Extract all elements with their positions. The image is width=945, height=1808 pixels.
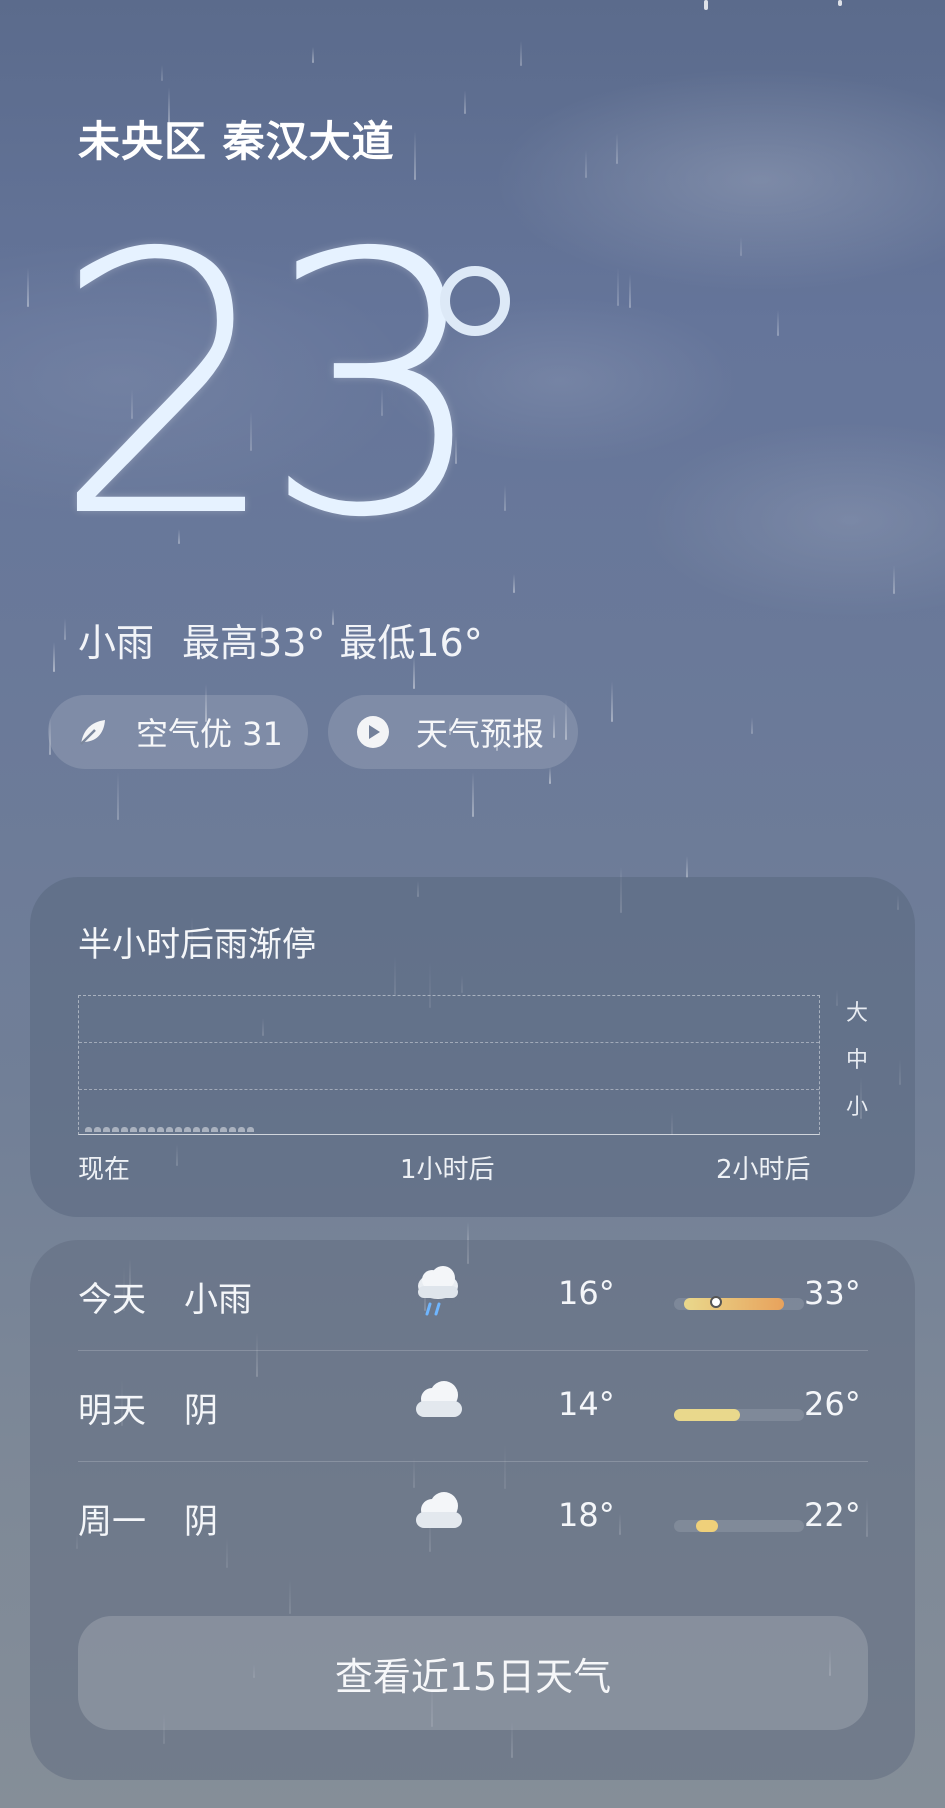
condition-label: 阴	[184, 1391, 218, 1431]
raindrop	[617, 268, 619, 306]
low-temp: 18°	[558, 1496, 615, 1534]
grid-line	[79, 1042, 819, 1043]
forecast-video-button[interactable]: 天气预报	[328, 695, 578, 769]
current-high: 最高33°	[182, 621, 326, 665]
grid-line	[79, 1089, 819, 1090]
raindrop	[414, 131, 416, 180]
cloud-icon	[408, 1484, 468, 1544]
precipitation-bar	[94, 1127, 101, 1132]
precipitation-bar	[166, 1127, 173, 1132]
raindrop	[777, 310, 779, 336]
current-summary: 小雨 最高33° 最低16°	[78, 612, 511, 667]
temperature-value: 23	[52, 177, 490, 596]
time-2h-label: 2小时后	[716, 1155, 811, 1185]
raindrop	[513, 574, 515, 593]
time-now-label: 现在	[78, 1155, 131, 1185]
raindrop	[504, 485, 506, 511]
temp-range-fill	[684, 1298, 784, 1310]
raindrop	[312, 47, 314, 63]
raindrop	[464, 90, 466, 114]
current-low: 最低16°	[339, 621, 483, 665]
precipitation-bar	[184, 1127, 191, 1132]
precipitation-chart	[78, 995, 820, 1135]
raindrop	[27, 268, 29, 307]
time-1h-label: 1小时后	[400, 1155, 495, 1185]
precipitation-bar	[148, 1127, 155, 1132]
location-title[interactable]: 未央区 秦汉大道	[78, 108, 395, 169]
raindrop	[549, 767, 551, 784]
leaf-icon	[76, 715, 110, 749]
raindrop	[616, 133, 618, 164]
precipitation-title: 半小时后雨渐停	[78, 925, 316, 965]
raindrop	[629, 274, 631, 308]
precipitation-bar	[238, 1127, 245, 1132]
current-temperature: 23	[52, 177, 490, 596]
low-temp: 14°	[558, 1385, 615, 1423]
precipitation-bar	[121, 1127, 128, 1132]
temp-range-fill	[696, 1520, 718, 1532]
precipitation-bar	[139, 1127, 146, 1132]
temp-range-bar	[674, 1296, 804, 1310]
precipitation-bar	[193, 1127, 200, 1132]
forecast-row-tomorrow[interactable]: 明天 阴 14° 26°	[78, 1351, 868, 1461]
high-temp: 26°	[804, 1385, 861, 1423]
precipitation-bar	[157, 1127, 164, 1132]
precipitation-bar	[175, 1127, 182, 1132]
current-condition: 小雨	[78, 621, 155, 665]
forecast-video-label: 天气预报	[416, 715, 545, 753]
precipitation-bar	[85, 1127, 92, 1132]
precipitation-card[interactable]: 半小时后雨渐停 大 中 小 现在 1小时后 2小时后	[30, 877, 915, 1217]
raindrop	[585, 150, 587, 178]
raindrop	[117, 772, 119, 820]
view-15-day-button[interactable]: 查看近15日天气	[78, 1616, 868, 1730]
level-heavy-label: 大	[846, 1001, 869, 1026]
precipitation-bar	[211, 1127, 218, 1132]
current-temp-marker	[710, 1296, 722, 1308]
status-indicator	[704, 0, 708, 10]
low-temp: 16°	[558, 1274, 615, 1312]
day-label: 周一	[78, 1502, 146, 1542]
condition-label: 阴	[184, 1502, 218, 1542]
precipitation-bar	[103, 1127, 110, 1132]
temp-range-fill	[674, 1409, 740, 1421]
air-quality-label: 空气优 31	[136, 715, 283, 753]
forecast-row-monday[interactable]: 周一 阴 18° 22°	[78, 1462, 868, 1572]
temp-range-bar	[674, 1409, 804, 1421]
level-medium-label: 中	[846, 1048, 869, 1073]
level-light-label: 小	[846, 1095, 869, 1120]
temp-range-bar	[674, 1520, 804, 1532]
raindrop	[893, 565, 895, 594]
day-label: 明天	[78, 1391, 146, 1431]
precipitation-bar	[112, 1127, 119, 1132]
raindrop	[686, 856, 688, 878]
play-icon	[356, 715, 390, 749]
raindrop	[53, 642, 55, 672]
forecast-row-today[interactable]: 今天 小雨 16° 33°	[78, 1240, 868, 1350]
cloud-rain-icon	[408, 1262, 468, 1322]
precipitation-bar	[202, 1127, 209, 1132]
condition-label: 小雨	[184, 1280, 252, 1320]
raindrop	[740, 237, 742, 256]
air-quality-button[interactable]: 空气优 31	[48, 695, 308, 769]
raindrop	[64, 618, 66, 640]
degree-symbol	[440, 266, 510, 336]
cloud-icon	[408, 1373, 468, 1433]
status-indicator	[838, 0, 842, 6]
high-temp: 33°	[804, 1274, 861, 1312]
raindrop	[472, 772, 474, 817]
high-temp: 22°	[804, 1496, 861, 1534]
raindrop	[520, 41, 522, 66]
precipitation-bar	[220, 1127, 227, 1132]
precipitation-bar	[130, 1127, 137, 1132]
raindrop	[611, 681, 613, 722]
precipitation-bar	[247, 1127, 254, 1132]
daily-forecast-card: 今天 小雨 16° 33° 明天 阴 14° 26° 周一 阴 18° 22° …	[30, 1240, 915, 1780]
day-label: 今天	[78, 1280, 146, 1320]
raindrop	[161, 65, 163, 81]
raindrop	[751, 717, 753, 734]
precipitation-bar	[229, 1127, 236, 1132]
